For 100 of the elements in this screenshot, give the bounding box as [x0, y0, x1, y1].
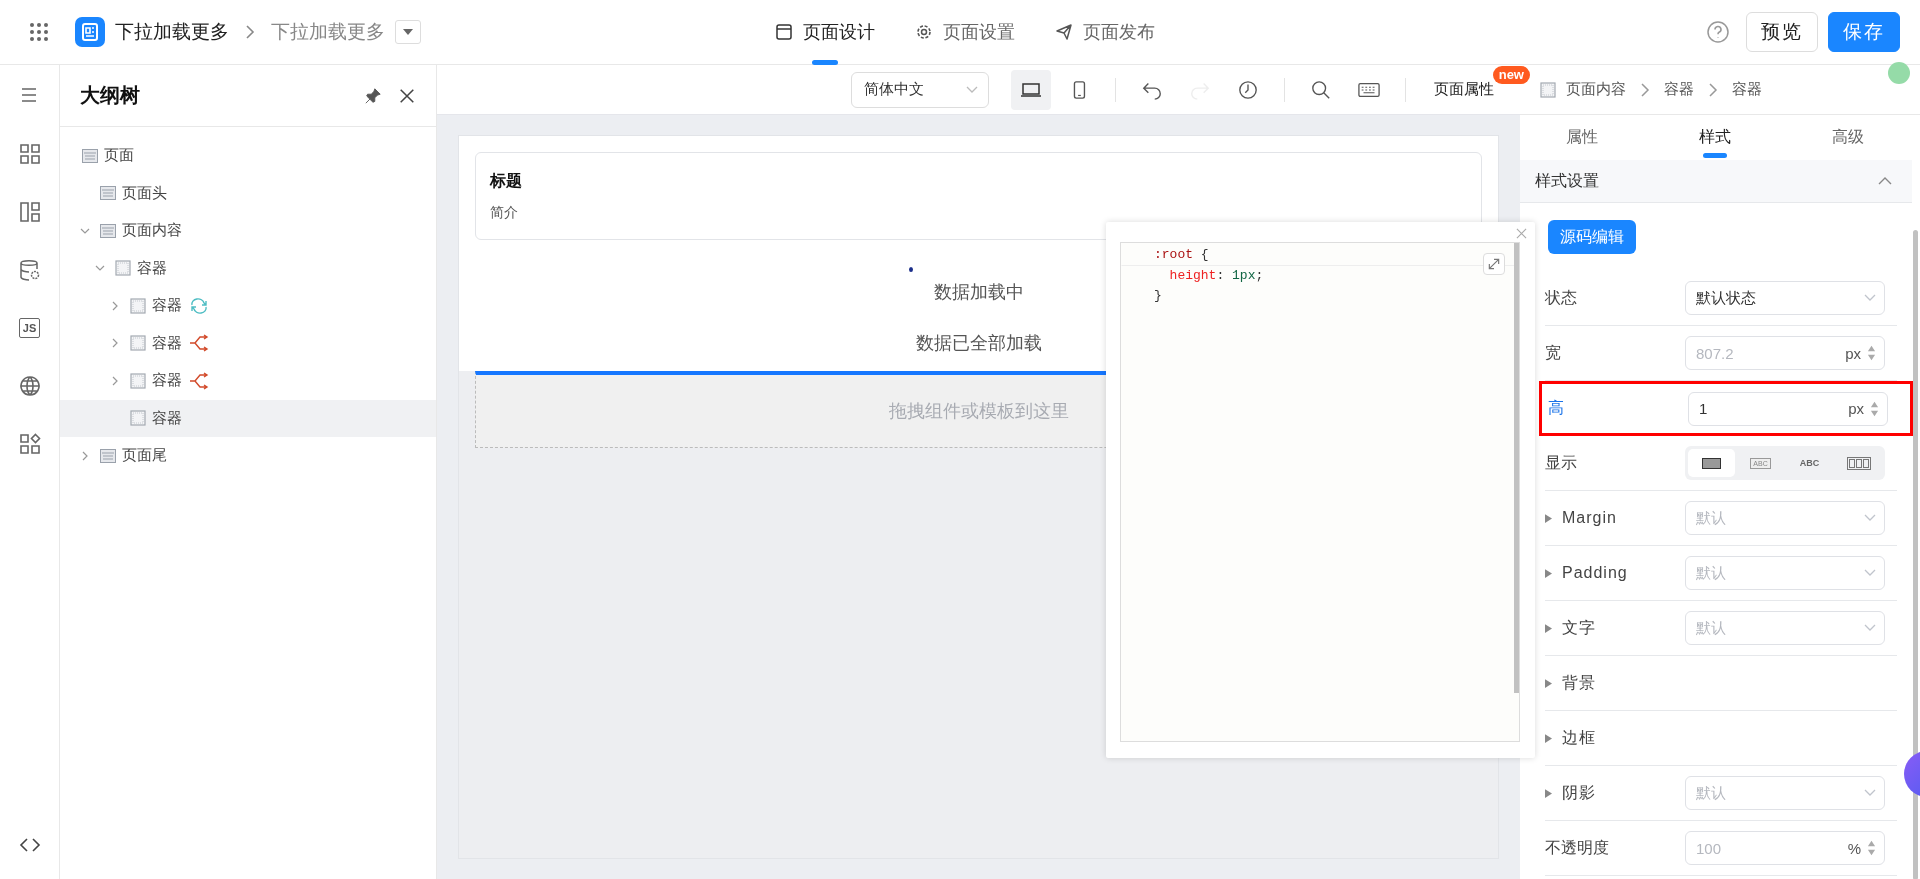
tree-item[interactable]: 页面内容 [122, 221, 182, 241]
nav-tab-label: 页面设置 [942, 21, 1015, 44]
field-label: 文字 [1562, 617, 1596, 638]
tree-item[interactable]: 容器 [152, 408, 182, 428]
field-label: Padding [1562, 564, 1628, 582]
container-icon [115, 260, 131, 277]
source-edit-button[interactable]: 源码编辑 [1548, 220, 1636, 254]
layout-icon[interactable] [17, 200, 42, 224]
page-icon [100, 447, 116, 464]
search-icon [1310, 79, 1332, 100]
chevron-down-icon [1864, 514, 1876, 522]
nav-tab[interactable]: 页面设计 [774, 0, 875, 65]
tree-item[interactable]: 容器 [137, 258, 167, 278]
field-label: 高 [1548, 398, 1564, 418]
inspector-tab[interactable]: 属性 [1520, 115, 1654, 160]
loaded-text: 数据已全部加载 [915, 332, 1042, 355]
code-editor[interactable]: :root { height: 1px; } [1120, 242, 1520, 742]
container-icon [1540, 81, 1556, 98]
tree-item[interactable]: 容器 [152, 296, 182, 316]
page-icon [100, 185, 116, 202]
desktop-view-button[interactable] [1011, 69, 1051, 110]
section-header[interactable]: 样式设置 [1520, 160, 1912, 203]
inspector-tab[interactable]: 样式 [1653, 115, 1787, 160]
panel-title: 大纲树 [80, 83, 141, 108]
expand-triangle-icon[interactable] [1545, 733, 1552, 743]
number-field[interactable]: 100 % [1685, 831, 1885, 865]
field-label: 不透明度 [1545, 837, 1609, 858]
stepper-icon[interactable] [1870, 399, 1879, 418]
apps-icon[interactable] [17, 432, 42, 456]
display-option[interactable]: ABC [1786, 449, 1833, 477]
display-option[interactable] [1688, 449, 1735, 477]
settings-icon [914, 23, 933, 41]
field-label: 状态 [1545, 287, 1577, 308]
chevron-down-icon [966, 85, 978, 94]
tree-item[interactable]: 页面尾 [122, 446, 167, 466]
breadcrumb-item[interactable]: 页面内容 [1566, 80, 1626, 99]
select-field[interactable]: 默认状态 [1685, 281, 1885, 315]
save-button[interactable]: 保存 [1828, 12, 1900, 52]
page-icon [100, 222, 116, 239]
page-icon [82, 147, 98, 164]
expand-triangle-icon[interactable] [1545, 568, 1552, 578]
close-icon[interactable] [398, 86, 416, 105]
nav-tab-label: 页面发布 [1082, 21, 1155, 44]
chevron-right-icon [245, 24, 255, 40]
field-label: 背景 [1562, 672, 1596, 693]
card-subtitle: 简介 [490, 203, 518, 222]
expand-triangle-icon[interactable] [1545, 623, 1552, 633]
field-label: 边框 [1562, 727, 1596, 748]
tree-item[interactable]: 页面头 [122, 183, 167, 203]
nav-tab[interactable]: 页面设置 [914, 0, 1015, 65]
section-title: 样式设置 [1535, 170, 1599, 191]
breadcrumb-item[interactable]: 容器 [1664, 80, 1694, 99]
expand-triangle-icon[interactable] [1545, 678, 1552, 688]
nav-tab[interactable]: 页面发布 [1054, 0, 1155, 65]
stepper-icon[interactable] [1867, 839, 1876, 857]
scrollbar[interactable] [1514, 243, 1519, 693]
scrollbar[interactable] [1913, 230, 1918, 879]
expand-icon [1487, 257, 1501, 271]
breadcrumb-item[interactable]: 容器 [1732, 80, 1762, 99]
globe-icon[interactable] [17, 374, 42, 398]
chevron-right-icon [1640, 81, 1650, 98]
field-label: 显示 [1545, 452, 1577, 473]
code-line: height: 1px; [1168, 267, 1265, 285]
tree-item[interactable]: 容器 [152, 371, 182, 391]
page-dropdown-button[interactable] [395, 20, 421, 44]
loading-text: 数据加载中 [933, 281, 1024, 304]
stepper-icon[interactable] [1867, 344, 1876, 362]
expand-button[interactable] [1483, 253, 1505, 275]
nav-tab-label: 页面设计 [802, 21, 875, 44]
pin-icon[interactable] [364, 86, 382, 105]
inspector-tab[interactable]: 高级 [1786, 115, 1920, 160]
chevron-right-icon [1708, 81, 1718, 98]
container-icon [130, 372, 146, 389]
help-icon[interactable] [1706, 20, 1730, 44]
tree-item[interactable]: 容器 [152, 333, 182, 353]
expand-triangle-icon[interactable] [1545, 788, 1552, 798]
script-icon[interactable]: JS [18, 318, 41, 338]
database-icon[interactable] [17, 258, 42, 282]
field-label: 宽 [1545, 342, 1561, 363]
language-select[interactable]: 简体中文 [851, 71, 989, 108]
card-title: 标题 [490, 170, 522, 191]
paper-plane-icon [1054, 23, 1073, 41]
loop-icon [188, 296, 210, 315]
expand-triangle-icon[interactable] [1545, 513, 1552, 523]
branch-icon [188, 371, 210, 390]
chevron-down-icon [1864, 789, 1876, 797]
tree-item[interactable]: 页面 [104, 146, 134, 166]
container-icon [130, 335, 146, 352]
number-field[interactable]: 807.2 px [1685, 336, 1885, 370]
window-icon [774, 23, 793, 41]
field-label: 阴影 [1562, 782, 1596, 803]
new-badge: new [1492, 66, 1530, 84]
apps-grid-icon[interactable] [29, 22, 49, 42]
number-field[interactable]: 1 px [1688, 391, 1888, 426]
preview-button[interactable]: 预览 [1746, 12, 1818, 52]
caret-down-icon [402, 28, 414, 36]
chevron-icon [1878, 177, 1892, 185]
chevron-down-icon [1864, 294, 1876, 302]
components-grid-icon[interactable] [17, 142, 42, 166]
container-icon [130, 410, 146, 427]
